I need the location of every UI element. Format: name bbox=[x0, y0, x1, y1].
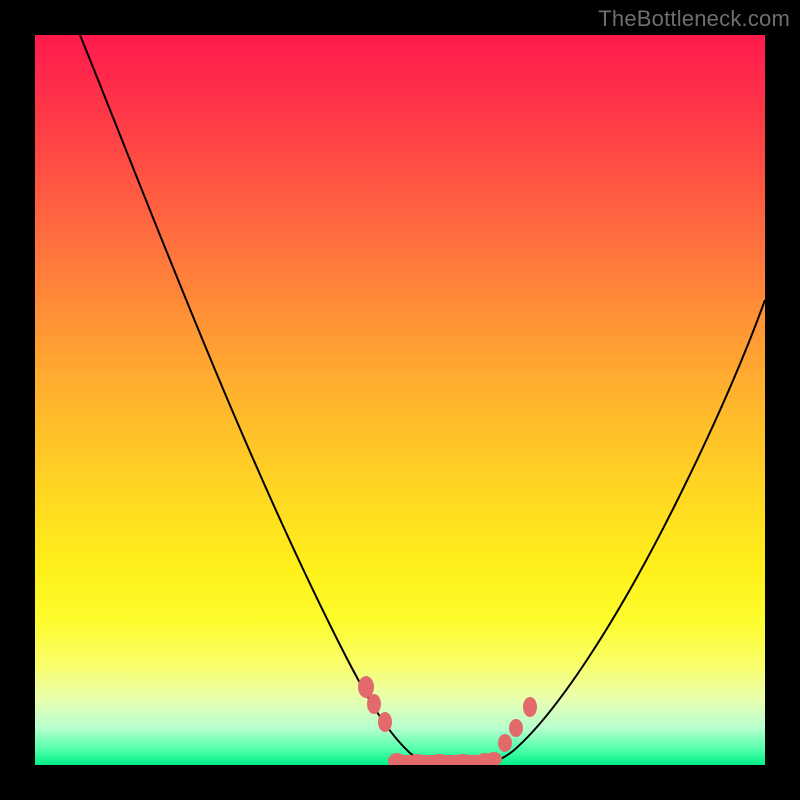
watermark-text: TheBottleneck.com bbox=[598, 6, 790, 32]
chart-container: TheBottleneck.com bbox=[0, 0, 800, 800]
marker-dot bbox=[498, 734, 512, 752]
plot-area bbox=[35, 35, 765, 765]
curve-right-branch bbox=[477, 300, 765, 765]
marker-dot bbox=[367, 694, 381, 714]
marker-dot bbox=[509, 719, 523, 737]
marker-dot bbox=[523, 697, 537, 717]
curve-svg bbox=[35, 35, 765, 765]
marker-dot bbox=[388, 753, 406, 765]
marker-dot bbox=[378, 712, 392, 732]
curve-left-branch bbox=[80, 35, 443, 765]
